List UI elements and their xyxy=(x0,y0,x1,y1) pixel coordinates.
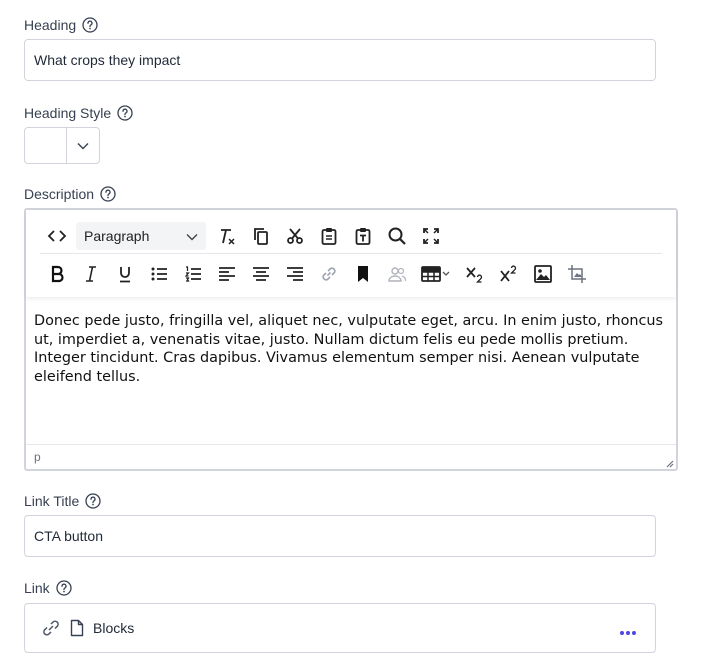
heading-style-label-text: Heading Style xyxy=(24,105,112,121)
source-code-icon[interactable] xyxy=(40,221,74,251)
heading-style-select[interactable] xyxy=(24,127,100,164)
superscript-icon[interactable] xyxy=(492,259,526,289)
toolbar-row-2 xyxy=(40,256,662,292)
chevron-down-icon xyxy=(186,228,198,244)
help-icon[interactable] xyxy=(85,493,101,509)
chevron-down-icon[interactable] xyxy=(67,128,99,163)
link-picker[interactable]: Blocks xyxy=(24,603,656,653)
heading-input-value: What crops they impact xyxy=(34,52,181,68)
link-icon[interactable] xyxy=(312,259,346,289)
heading-input[interactable]: What crops they impact xyxy=(24,39,656,81)
users-icon xyxy=(380,259,414,289)
paste-icon[interactable] xyxy=(312,221,346,251)
table-icon[interactable] xyxy=(414,259,458,289)
clear-formatting-icon[interactable] xyxy=(210,221,244,251)
heading-label: Heading xyxy=(24,15,98,35)
element-path[interactable]: p xyxy=(34,450,41,464)
heading-label-text: Heading xyxy=(24,17,77,33)
subscript-icon[interactable] xyxy=(458,259,492,289)
align-right-icon[interactable] xyxy=(278,259,312,289)
link-title-input[interactable]: CTA button xyxy=(24,515,656,557)
link-label: Link xyxy=(24,578,72,598)
format-select[interactable]: Paragraph xyxy=(76,221,206,250)
description-label: Description xyxy=(24,184,116,204)
rich-text-editor: Paragraph Donec pede justo, fringilla ve… xyxy=(24,208,678,471)
numbered-list-icon[interactable] xyxy=(176,259,210,289)
heading-style-label: Heading Style xyxy=(24,103,133,123)
editor-toolbar: Paragraph xyxy=(26,210,676,297)
more-options-icon[interactable] xyxy=(619,623,637,641)
search-icon[interactable] xyxy=(380,221,414,251)
document-icon xyxy=(70,619,84,637)
editor-statusbar: p xyxy=(26,444,676,469)
resize-handle-icon[interactable] xyxy=(664,457,674,468)
heading-style-value xyxy=(25,128,67,163)
help-icon[interactable] xyxy=(100,186,116,202)
link-title-label: Link Title xyxy=(24,491,101,511)
link-value: Blocks xyxy=(93,620,135,636)
italic-icon[interactable] xyxy=(74,259,108,289)
link-icon xyxy=(40,619,62,637)
help-icon[interactable] xyxy=(117,105,133,121)
fullscreen-icon[interactable] xyxy=(414,221,448,251)
description-label-text: Description xyxy=(24,186,95,202)
toolbar-row-1: Paragraph xyxy=(40,218,662,254)
help-icon[interactable] xyxy=(82,17,98,33)
image-icon[interactable] xyxy=(526,259,560,289)
align-center-icon[interactable] xyxy=(244,259,278,289)
align-left-icon[interactable] xyxy=(210,259,244,289)
link-title-input-value: CTA button xyxy=(34,528,104,544)
format-select-value: Paragraph xyxy=(84,227,150,244)
crop-icon[interactable] xyxy=(560,259,594,289)
cut-icon[interactable] xyxy=(278,221,312,251)
bullet-list-icon[interactable] xyxy=(142,259,176,289)
bold-icon[interactable] xyxy=(40,259,74,289)
paste-as-text-icon[interactable] xyxy=(346,221,380,251)
link-title-label-text: Link Title xyxy=(24,493,80,509)
underline-icon[interactable] xyxy=(108,259,142,289)
bookmark-icon[interactable] xyxy=(346,259,380,289)
link-label-text: Link xyxy=(24,580,50,596)
editor-content[interactable]: Donec pede justo, fringilla vel, aliquet… xyxy=(34,312,668,386)
copy-icon[interactable] xyxy=(244,221,278,251)
help-icon[interactable] xyxy=(56,580,72,596)
